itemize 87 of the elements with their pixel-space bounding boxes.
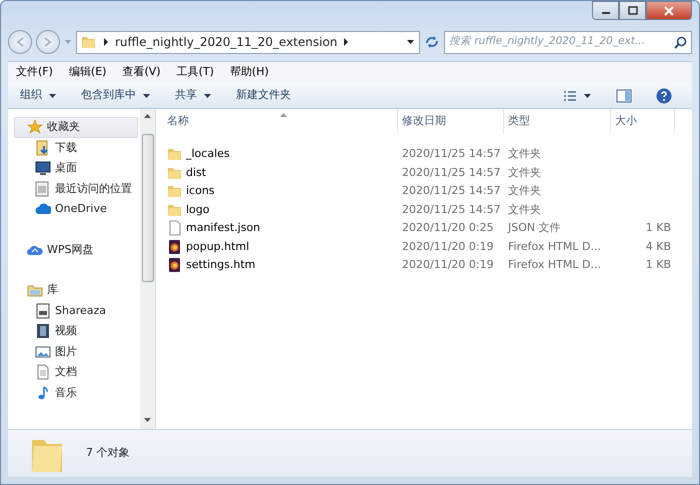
column-header[interactable]: 类型 xyxy=(504,109,611,134)
sidebar-item[interactable]: OneDrive xyxy=(14,199,138,220)
dropdown-icon[interactable] xyxy=(406,39,415,45)
maximize-icon xyxy=(628,6,638,15)
type-cell-text: Firefox HTML D... xyxy=(507,238,602,254)
file-icon xyxy=(167,220,183,236)
firefox-file-icon xyxy=(167,238,183,255)
date-cell-text: 2020/11/20 0:19 xyxy=(401,257,495,273)
film-icon xyxy=(35,323,51,340)
date-cell-text: 2020/11/25 14:57 xyxy=(401,164,502,180)
sidebar-item[interactable]: WPS网盘 xyxy=(14,240,138,260)
folder-icon xyxy=(167,183,183,200)
help-icon xyxy=(656,88,672,104)
size-cell: 1 KB xyxy=(646,221,671,234)
scroll-down-icon xyxy=(144,418,151,423)
scroll-up-icon xyxy=(144,113,151,118)
menu-item[interactable]: 帮助(H) xyxy=(222,64,277,81)
file-name[interactable]: logo xyxy=(186,202,210,218)
sidebar-item[interactable]: 收藏夹 xyxy=(14,117,138,138)
maximize-button[interactable] xyxy=(619,1,646,20)
folder-icon xyxy=(81,34,97,50)
date-cell-text: 2020/11/25 14:57 xyxy=(401,146,502,162)
type-cell-text: 文件夹 xyxy=(507,164,542,180)
sidebar-item[interactable]: 音乐 xyxy=(14,382,138,403)
close-button[interactable] xyxy=(646,1,692,20)
date-cell-text: 2020/11/25 14:57 xyxy=(401,202,502,218)
sidebar-item[interactable]: 最近访问的位置 xyxy=(14,178,138,199)
breadcrumb-item[interactable]: ruffle_nightly_2020_11_20_extension xyxy=(115,33,338,51)
size-cell: 1 KB xyxy=(646,258,671,271)
list-view-icon xyxy=(563,90,577,102)
refresh-button[interactable] xyxy=(424,34,440,50)
sidebar-item[interactable]: 桌面 xyxy=(14,158,138,178)
file-name[interactable]: settings.htm xyxy=(186,257,256,274)
toolbar-button[interactable]: 组织 xyxy=(8,87,69,104)
preview-pane-icon xyxy=(616,88,632,102)
file-name[interactable]: icons xyxy=(186,183,215,200)
menu-item[interactable]: 文件(F) xyxy=(8,64,61,81)
toolbar-button[interactable]: 包含到库中 xyxy=(69,87,163,104)
firefox-file-icon xyxy=(167,257,183,274)
date-cell-text: 2020/11/20 0:25 xyxy=(401,220,495,236)
document-icon xyxy=(35,364,51,380)
menu-item[interactable]: 工具(T) xyxy=(168,64,222,81)
chevron-icon xyxy=(103,38,109,46)
toolbar-button[interactable]: 共享 xyxy=(163,87,224,104)
folder-icon xyxy=(167,146,183,162)
sidebar-item[interactable]: 文档 xyxy=(14,362,138,382)
sidebar-item[interactable]: 视频 xyxy=(14,321,138,342)
file-name[interactable]: manifest.json xyxy=(186,220,260,236)
type-cell-text: 文件夹 xyxy=(507,146,542,162)
menu-item[interactable]: 编辑(E) xyxy=(60,64,114,81)
monitor-icon xyxy=(35,160,51,176)
minimize-button[interactable] xyxy=(592,1,619,20)
scrollbar[interactable] xyxy=(140,109,155,429)
picture-icon xyxy=(35,344,51,360)
caret-icon xyxy=(203,92,212,99)
refresh-icon xyxy=(424,34,440,50)
date-cell-text: 2020/11/25 14:57 xyxy=(401,183,502,199)
file-name[interactable]: popup.html xyxy=(186,238,250,255)
sidebar-item[interactable]: 下载 xyxy=(14,138,138,158)
menu-item[interactable]: 查看(V) xyxy=(114,64,169,81)
file-name[interactable]: dist xyxy=(186,164,206,181)
star-icon xyxy=(27,119,43,136)
sidebar-item[interactable]: 图片 xyxy=(14,342,138,362)
close-icon xyxy=(663,6,675,16)
date-cell-text: 2020/11/20 0:19 xyxy=(401,238,495,254)
column-header[interactable]: 名称 xyxy=(163,109,398,134)
sidebar-item[interactable]: Shareaza xyxy=(14,300,138,321)
address-bar[interactable]: ruffle_nightly_2020_11_20_extension xyxy=(76,30,420,54)
type-cell-text: 文件夹 xyxy=(507,202,542,218)
size-cell: 4 KB xyxy=(646,240,671,252)
status-text: 7 个对象 xyxy=(86,445,130,462)
search-field[interactable]: 搜索 ruffle_nightly_2020_11_20_ext... xyxy=(444,30,692,54)
column-header[interactable]: 修改日期 xyxy=(398,109,504,134)
column-header[interactable]: 大小 xyxy=(611,109,675,134)
document-icon xyxy=(35,302,51,319)
caret-icon xyxy=(48,92,57,99)
recent-places-icon xyxy=(35,180,51,197)
file-name[interactable]: _locales xyxy=(186,146,230,162)
type-cell-text: Firefox HTML D... xyxy=(507,257,602,273)
chevron-icon xyxy=(343,38,350,46)
caret-icon xyxy=(142,92,151,99)
search-icon xyxy=(674,36,687,48)
type-cell-text: JSON 文件 xyxy=(506,220,562,236)
type-cell-text: 文件夹 xyxy=(507,183,542,199)
sidebar-item[interactable]: 库 xyxy=(14,280,138,300)
toolbar-button[interactable]: 新建文件夹 xyxy=(224,87,303,104)
caret-icon xyxy=(583,92,592,99)
